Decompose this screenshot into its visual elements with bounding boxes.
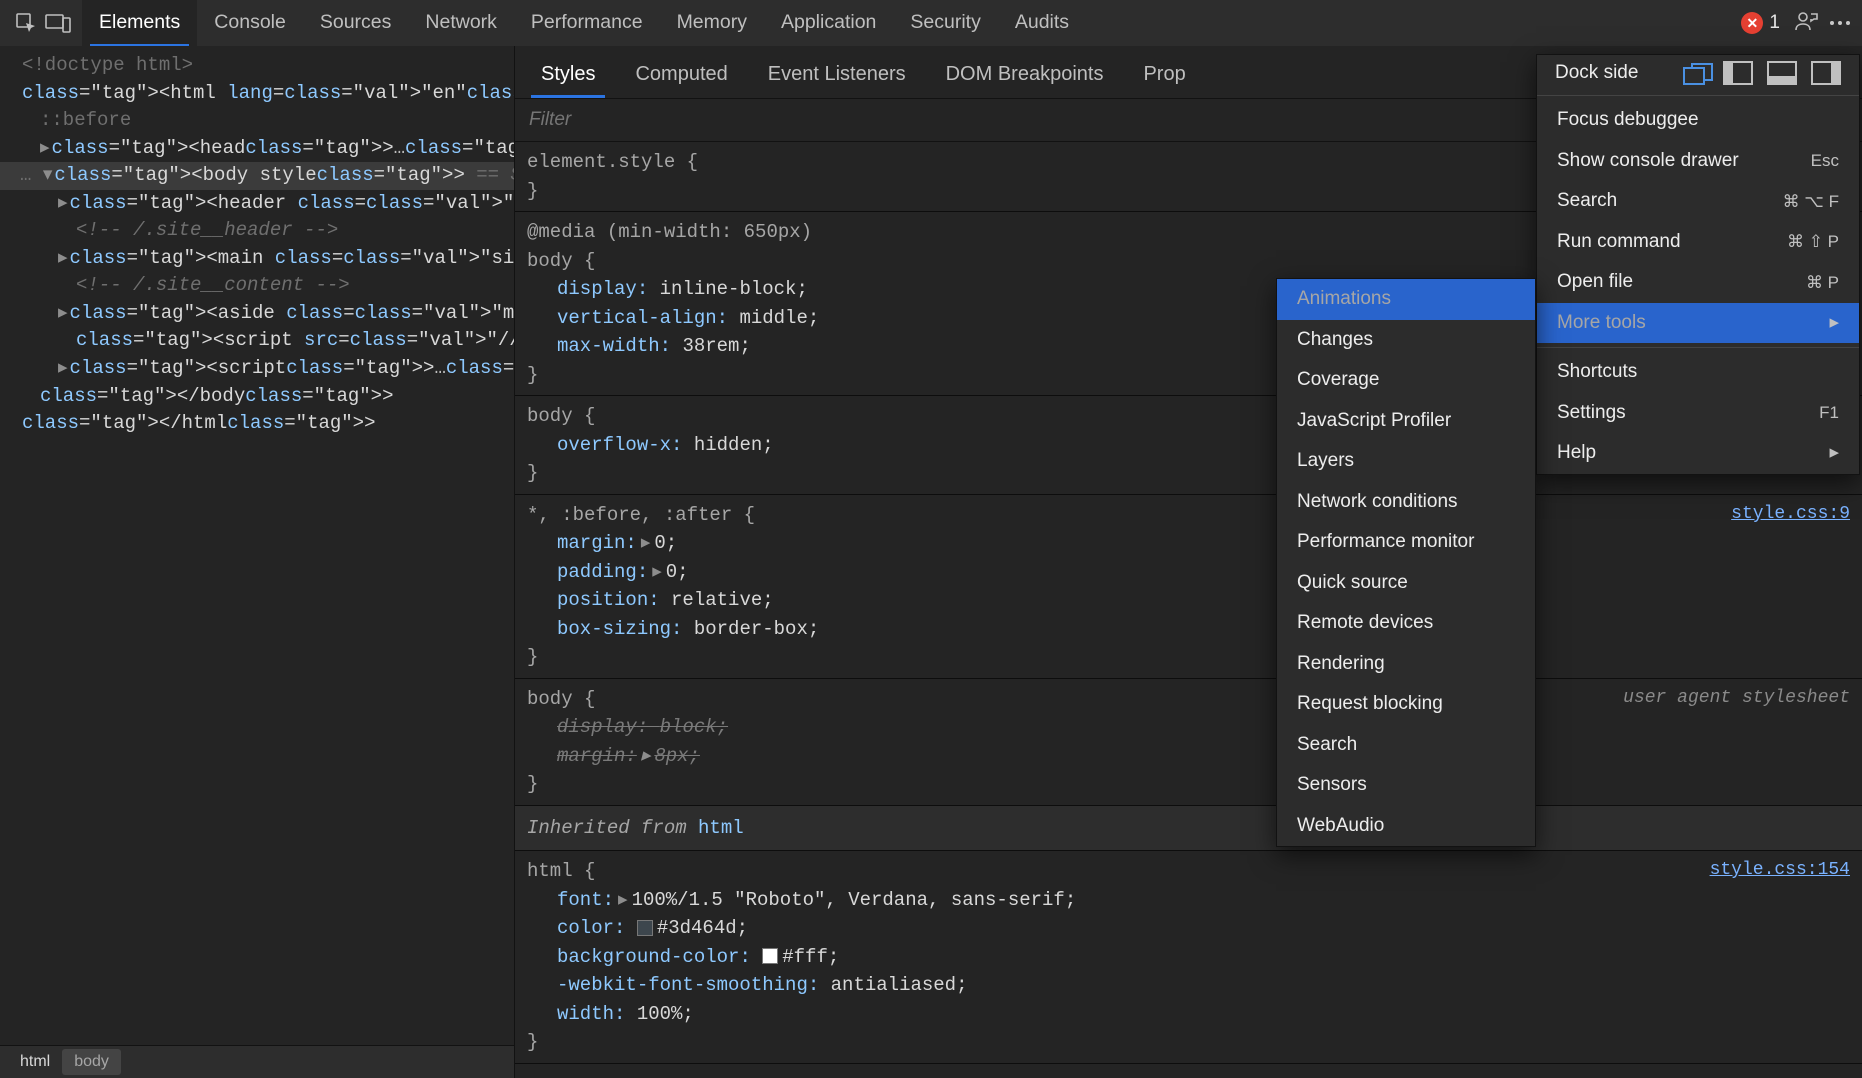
tab-security[interactable]: Security bbox=[893, 0, 997, 46]
menu-item-sensors[interactable]: Sensors bbox=[1277, 765, 1535, 806]
dom-node[interactable]: ▸class="tag"><headclass="tag">>…class="t… bbox=[0, 135, 514, 163]
more-tools-submenu[interactable]: AnimationsChangesCoverageJavaScript Prof… bbox=[1276, 278, 1536, 847]
dock-left-icon[interactable] bbox=[1723, 61, 1753, 85]
dom-node[interactable]: ▸class="tag"><main class=class="val">"si… bbox=[0, 245, 514, 273]
menu-item-run-command[interactable]: Run command⌘ ⇧ P bbox=[1537, 222, 1859, 263]
breadcrumb[interactable]: htmlbody bbox=[0, 1045, 514, 1078]
error-icon: ✕ bbox=[1741, 12, 1763, 34]
dom-node[interactable]: ▸class="tag"><header class=class="val">"… bbox=[0, 190, 514, 218]
dom-node[interactable]: <!doctype html> bbox=[0, 52, 514, 80]
crumb-body[interactable]: body bbox=[62, 1049, 121, 1075]
dock-side-row: Dock side bbox=[1537, 55, 1859, 91]
menu-item-show-console-drawer[interactable]: Show console drawerEsc bbox=[1537, 141, 1859, 182]
panel-tabs: ElementsConsoleSourcesNetworkPerformance… bbox=[82, 0, 1086, 46]
css-rule[interactable]: style.css:9*, :before, :after {margin:▸0… bbox=[515, 495, 1862, 679]
dock-side-label: Dock side bbox=[1555, 62, 1638, 84]
subtab-computed[interactable]: Computed bbox=[615, 51, 747, 98]
tab-performance[interactable]: Performance bbox=[514, 0, 660, 46]
tab-sources[interactable]: Sources bbox=[303, 0, 409, 46]
menu-item-quick-source[interactable]: Quick source bbox=[1277, 563, 1535, 604]
tab-application[interactable]: Application bbox=[764, 0, 893, 46]
menu-item-open-file[interactable]: Open file⌘ P bbox=[1537, 262, 1859, 303]
menu-item-search[interactable]: Search bbox=[1277, 725, 1535, 766]
dock-bottom-icon[interactable] bbox=[1767, 61, 1797, 85]
dom-node[interactable]: class="tag"><html lang=class="val">"en"c… bbox=[0, 80, 514, 108]
source-link[interactable]: style.css:9 bbox=[1731, 501, 1850, 528]
dom-node[interactable]: ▸class="tag"><scriptclass="tag">>…class=… bbox=[0, 355, 514, 383]
settings-menu[interactable]: Dock side Focus debuggeeShow console dra… bbox=[1536, 54, 1860, 475]
menu-item-performance-monitor[interactable]: Performance monitor bbox=[1277, 522, 1535, 563]
dom-node[interactable]: <!-- /.site__content --> bbox=[0, 272, 514, 300]
subtab-styles[interactable]: Styles bbox=[521, 51, 615, 98]
menu-item-coverage[interactable]: Coverage bbox=[1277, 360, 1535, 401]
menu-item-help[interactable]: Help▸ bbox=[1537, 433, 1859, 474]
inherited-header: Inherited from html bbox=[515, 806, 1862, 852]
menu-item-settings[interactable]: SettingsF1 bbox=[1537, 393, 1859, 434]
menu-item-focus-debuggee[interactable]: Focus debuggee bbox=[1537, 100, 1859, 141]
dock-right-icon[interactable] bbox=[1811, 61, 1841, 85]
menu-item-network-conditions[interactable]: Network conditions bbox=[1277, 482, 1535, 523]
dom-node[interactable]: ▸class="tag"><aside class=class="val">"m… bbox=[0, 300, 514, 328]
menu-item-shortcuts[interactable]: Shortcuts bbox=[1537, 352, 1859, 393]
menu-item-webaudio[interactable]: WebAudio bbox=[1277, 806, 1535, 847]
tab-memory[interactable]: Memory bbox=[660, 0, 764, 46]
error-badge[interactable]: ✕ 1 bbox=[1741, 12, 1780, 34]
devtools-toolbar: ElementsConsoleSourcesNetworkPerformance… bbox=[0, 0, 1862, 47]
menu-item-remote-devices[interactable]: Remote devices bbox=[1277, 603, 1535, 644]
dom-node[interactable]: class="tag"></htmlclass="tag">> bbox=[0, 410, 514, 438]
subtab-event-listeners[interactable]: Event Listeners bbox=[748, 51, 926, 98]
dom-node[interactable]: ::before bbox=[0, 107, 514, 135]
menu-item-search[interactable]: Search⌘ ⌥ F bbox=[1537, 181, 1859, 222]
source-label: user agent stylesheet bbox=[1623, 685, 1850, 712]
tab-network[interactable]: Network bbox=[408, 0, 514, 46]
tab-audits[interactable]: Audits bbox=[998, 0, 1086, 46]
device-toggle-icon[interactable] bbox=[44, 9, 72, 37]
dom-tree[interactable]: <!doctype html>class="tag"><html lang=cl… bbox=[0, 46, 514, 1045]
dock-undock-icon[interactable] bbox=[1683, 63, 1709, 83]
menu-item-more-tools[interactable]: More tools▸ bbox=[1537, 303, 1859, 344]
tab-elements[interactable]: Elements bbox=[82, 0, 197, 46]
css-rule[interactable]: user agent stylesheetbody {display: bloc… bbox=[515, 679, 1862, 806]
feedback-icon[interactable] bbox=[1792, 9, 1820, 37]
error-count: 1 bbox=[1769, 12, 1780, 34]
tab-console[interactable]: Console bbox=[197, 0, 303, 46]
menu-item-request-blocking[interactable]: Request blocking bbox=[1277, 684, 1535, 725]
dom-node[interactable]: class="tag"><script src=class="val">"//c… bbox=[0, 327, 514, 355]
crumb-html[interactable]: html bbox=[8, 1049, 62, 1075]
source-link[interactable]: style.css:154 bbox=[1710, 857, 1850, 884]
menu-item-animations[interactable]: Animations bbox=[1277, 279, 1535, 320]
dom-node[interactable]: <!-- /.site__header --> bbox=[0, 217, 514, 245]
subtab-prop[interactable]: Prop bbox=[1123, 51, 1205, 98]
dom-node[interactable]: class="tag"></bodyclass="tag">> bbox=[0, 383, 514, 411]
subtab-dom-breakpoints[interactable]: DOM Breakpoints bbox=[926, 51, 1124, 98]
menu-item-javascript-profiler[interactable]: JavaScript Profiler bbox=[1277, 401, 1535, 442]
menu-item-rendering[interactable]: Rendering bbox=[1277, 644, 1535, 685]
dom-node[interactable]: … ▾class="tag"><body styleclass="tag">> … bbox=[0, 162, 514, 190]
more-options-button[interactable] bbox=[1830, 21, 1850, 25]
css-rule[interactable]: style.css:154html {font:▸100%/1.5 "Robot… bbox=[515, 851, 1862, 1064]
menu-item-changes[interactable]: Changes bbox=[1277, 320, 1535, 361]
menu-item-layers[interactable]: Layers bbox=[1277, 441, 1535, 482]
inspect-icon[interactable] bbox=[12, 9, 40, 37]
